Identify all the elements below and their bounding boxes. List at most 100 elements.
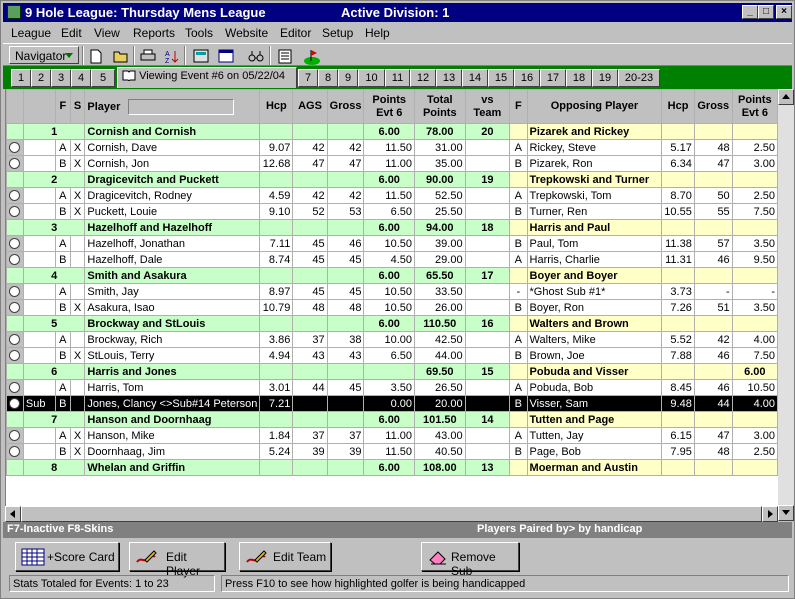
player-name[interactable]: Dragicevitch, Rodney (84, 187, 261, 204)
team-row[interactable]: 6 Harris and Jones 69.50 15 Pobuda and Visse… (6, 363, 778, 380)
tab-event-9[interactable]: 9 (338, 69, 358, 87)
app-icon[interactable] (7, 5, 21, 19)
tab-event-8[interactable]: 8 (318, 69, 338, 87)
header-player[interactable]: Player (84, 89, 261, 124)
scroll-down-button[interactable] (778, 505, 794, 521)
row-header[interactable] (6, 299, 24, 316)
player-row[interactable]: A X Cornish, Dave 9.07 42 42 11.50 31.00 A Rickey… (6, 139, 778, 156)
player-row[interactable]: A X Dragicevitch, Rodney 4.59 42 42 11.50 52.50… (6, 187, 778, 204)
golf-flag-icon[interactable] (299, 46, 321, 65)
player-gross[interactable]: 38 (326, 331, 365, 348)
header-vs-team[interactable]: vs Team (464, 89, 511, 124)
open-folder-icon[interactable] (109, 46, 131, 65)
player-name[interactable]: Asakura, Isao (84, 299, 261, 316)
menu-tools[interactable]: Tools (185, 26, 213, 40)
header-opp-gross[interactable]: Gross (693, 89, 733, 124)
player-gross[interactable]: 42 (326, 139, 365, 156)
row-header[interactable] (6, 443, 24, 460)
row-header[interactable] (6, 139, 24, 156)
opposing-player-name[interactable]: Rickey, Steve (526, 139, 663, 156)
team-row[interactable]: 8 Whelan and Griffin 6.00 108.00 13 Moerman a… (6, 459, 778, 476)
player-row[interactable]: A Hazelhoff, Jonathan 7.11 45 46 10.50 39.00 B P… (6, 235, 778, 252)
tab-event-12[interactable]: 12 (410, 69, 436, 87)
header-gross[interactable]: Gross (326, 89, 365, 124)
header-hcp[interactable]: Hcp (259, 89, 294, 124)
player-gross[interactable] (326, 395, 365, 412)
golfer-icon[interactable] (9, 190, 21, 201)
tab-event-7[interactable]: 7 (298, 69, 318, 87)
row-header[interactable] (6, 155, 24, 172)
team-row[interactable]: 2 Dragicevitch and Puckett 6.00 90.00 19 Trep… (6, 171, 778, 188)
player-name[interactable]: Hazelhoff, Jonathan (84, 235, 261, 252)
golfer-icon[interactable] (9, 350, 21, 361)
golfer-icon[interactable] (9, 286, 21, 297)
player-row[interactable]: A Smith, Jay 8.97 45 45 10.50 33.50- *Ghost Sub… (6, 283, 778, 300)
menu-league[interactable]: League (11, 26, 51, 40)
player-name[interactable]: Doornhaag, Jim (84, 443, 261, 460)
player-gross[interactable]: 39 (326, 443, 365, 460)
player-name[interactable]: Cornish, Dave (84, 139, 261, 156)
edit-player-button[interactable]: Edit Player (129, 542, 225, 578)
opposing-player-name[interactable]: Pizarek, Ron (526, 155, 663, 172)
header-ags[interactable]: AGS (292, 89, 328, 124)
golfer-icon[interactable] (9, 238, 21, 249)
menu-help[interactable]: Help (365, 26, 390, 40)
player-name[interactable]: Cornish, Jon (84, 155, 261, 172)
navigator-button[interactable]: Navigator (9, 46, 79, 64)
minimize-button[interactable]: _ (742, 5, 758, 19)
menu-setup[interactable]: Setup (322, 26, 353, 40)
golfer-icon[interactable] (9, 398, 21, 409)
maximize-button[interactable]: □ (758, 5, 774, 19)
opposing-player-name[interactable]: Harris, Charlie (526, 251, 663, 268)
menu-website[interactable]: Website (225, 26, 268, 40)
row-header[interactable] (6, 171, 24, 188)
tab-event-19[interactable]: 19 (592, 69, 618, 87)
horizontal-scroll-thumb[interactable] (21, 506, 762, 522)
golfer-icon[interactable] (9, 158, 21, 169)
row-header[interactable] (6, 331, 24, 348)
player-row[interactable]: B X Puckett, Louie 9.10 52 53 6.50 25.50 B Turner… (6, 203, 778, 220)
tab-event-15[interactable]: 15 (488, 69, 514, 87)
row-header[interactable] (6, 203, 24, 220)
tab-event-2[interactable]: 2 (31, 69, 51, 87)
tab-event-14[interactable]: 14 (462, 69, 488, 87)
title-bar[interactable]: 9 Hole League: Thursday Mens League Acti… (3, 3, 792, 22)
edit-team-button[interactable]: Edit Team (239, 542, 331, 571)
team-row[interactable]: 7 Hanson and Doornhaag 6.00 101.50 14 Tutten … (6, 411, 778, 428)
tab-event-5[interactable]: 5 (91, 69, 115, 87)
row-header[interactable] (6, 123, 24, 140)
menu-view[interactable]: View (94, 26, 120, 40)
player-name[interactable]: Smith, Jay (84, 283, 261, 300)
player-row[interactable]: Sub B Jones, Clancy <>Sub#14 Peterson 7.21 0… (6, 395, 778, 412)
remove-sub-button[interactable]: Remove Sub (421, 542, 519, 578)
opposing-player-name[interactable]: Walters, Mike (526, 331, 663, 348)
player-name[interactable]: Brockway, Rich (84, 331, 261, 348)
player-row[interactable]: B X Doornhaag, Jim 5.24 39 39 11.50 40.50 B Page,… (6, 443, 778, 460)
player-gross[interactable]: 45 (326, 379, 365, 396)
vertical-scrollbar[interactable] (778, 89, 794, 521)
horizontal-scrollbar[interactable] (5, 506, 778, 522)
player-row[interactable]: A X Hanson, Mike 1.84 37 37 11.00 43.00 A Tutten,… (6, 427, 778, 444)
print-icon[interactable] (136, 46, 158, 65)
player-gross[interactable]: 45 (326, 283, 365, 300)
golfer-icon[interactable] (9, 382, 21, 393)
tab-event-6-active[interactable]: Viewing Event #6 on 05/22/04 (117, 67, 297, 88)
golfer-icon[interactable] (9, 430, 21, 441)
player-name[interactable]: Puckett, Louie (84, 203, 261, 220)
player-row[interactable]: A Brockway, Rich 3.86 37 38 10.00 42.50 A Walter… (6, 331, 778, 348)
tab-event-4[interactable]: 4 (71, 69, 91, 87)
header-total-points[interactable]: Total Points (414, 89, 466, 124)
row-header[interactable] (6, 187, 24, 204)
opposing-player-name[interactable]: Tutten, Jay (526, 427, 663, 444)
scorecard-icon[interactable] (274, 46, 296, 65)
score-card-button[interactable]: +Score Card (15, 542, 119, 571)
row-header[interactable] (6, 315, 24, 332)
player-row[interactable]: A Harris, Tom 3.01 44 45 3.50 26.50 A Pobuda, Bo… (6, 379, 778, 396)
opposing-player-name[interactable]: Trepkowski, Tom (526, 187, 663, 204)
opposing-player-name[interactable]: Boyer, Ron (526, 299, 663, 316)
row-header[interactable] (6, 459, 24, 476)
team-row[interactable]: 3 Hazelhoff and Hazelhoff 6.00 94.00 18 Harri… (6, 219, 778, 236)
header-s[interactable]: S (69, 89, 86, 124)
tab-event-3[interactable]: 3 (51, 69, 71, 87)
row-header[interactable] (6, 379, 24, 396)
